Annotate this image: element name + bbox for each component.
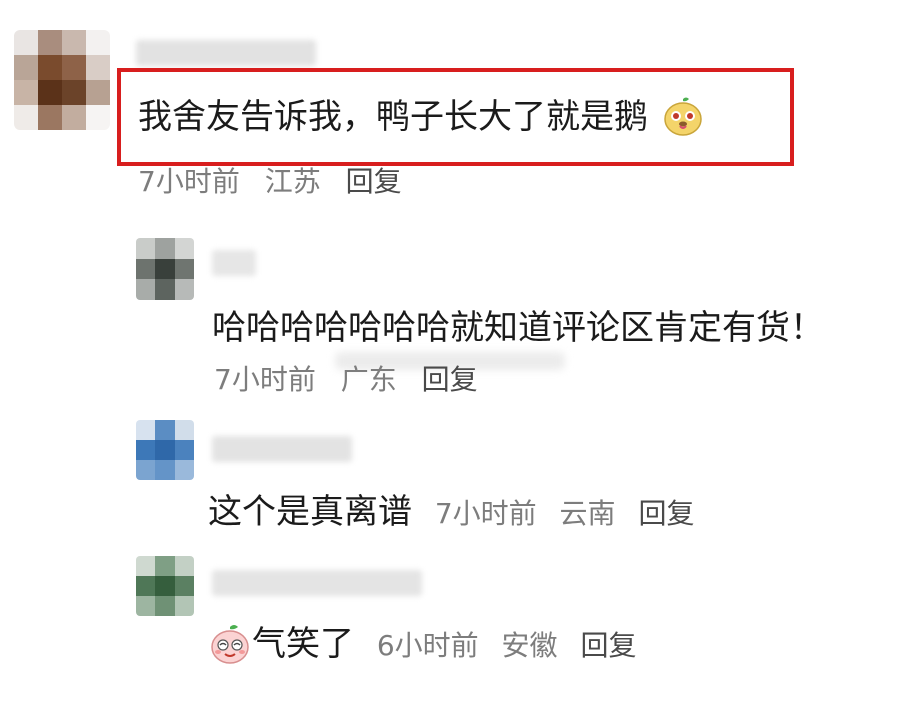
username-blurred[interactable] <box>212 570 422 596</box>
reply-button[interactable]: 回复 <box>346 165 402 198</box>
reply-button[interactable]: 回复 <box>638 497 694 530</box>
avatar[interactable] <box>136 420 194 480</box>
comment-location: 广东 <box>340 363 397 396</box>
avatar[interactable] <box>136 556 194 616</box>
comment-time: 6小时前 <box>376 629 479 662</box>
comment-location: 安徽 <box>501 629 558 662</box>
comment-time: 7小时前 <box>138 165 240 198</box>
comment-text-content: 哈哈哈哈哈哈哈就知道评论区肯定有货！ <box>212 308 824 348</box>
comment-text: 气笑了 6小时前 安徽 回复 <box>208 622 650 668</box>
comment-meta: 7小时前 广东 回复 <box>214 362 478 398</box>
comment-meta: 7小时前 云南 回复 <box>435 497 709 530</box>
username-blurred[interactable] <box>212 436 352 462</box>
reply-button[interactable]: 回复 <box>422 363 478 396</box>
laughing-peach-emoji-icon <box>208 622 252 666</box>
comment-location: 江苏 <box>264 165 321 198</box>
avatar[interactable] <box>136 238 194 300</box>
comment-location: 云南 <box>559 497 616 530</box>
avatar[interactable] <box>14 30 110 130</box>
comment-text: 哈哈哈哈哈哈哈就知道评论区肯定有货！ <box>212 306 824 350</box>
comment-time: 7小时前 <box>434 497 537 530</box>
comment-text-content: 这个是真离谱 <box>208 492 412 532</box>
comment-thread: 我舍友告诉我，鸭子长大了就是鹅 7小时前 江苏 回复 哈哈哈哈哈哈哈就知道评论区… <box>0 0 904 712</box>
comment-meta: 6小时前 安徽 回复 <box>377 629 651 662</box>
username-blurred[interactable] <box>212 250 256 276</box>
comment-text-content: 气笑了 <box>252 624 354 664</box>
reply-button[interactable]: 回复 <box>580 629 636 662</box>
duck-emoji-icon <box>661 95 705 139</box>
comment-text-content: 我舍友告诉我，鸭子长大了就是鹅 <box>138 97 648 137</box>
username-blurred[interactable] <box>136 40 316 66</box>
comment-time: 7小时前 <box>214 363 316 396</box>
comment-meta: 7小时前 江苏 回复 <box>138 164 402 200</box>
comment-text: 这个是真离谱 7小时前 云南 回复 <box>208 490 708 536</box>
comment-text: 我舍友告诉我，鸭子长大了就是鹅 <box>138 95 705 141</box>
